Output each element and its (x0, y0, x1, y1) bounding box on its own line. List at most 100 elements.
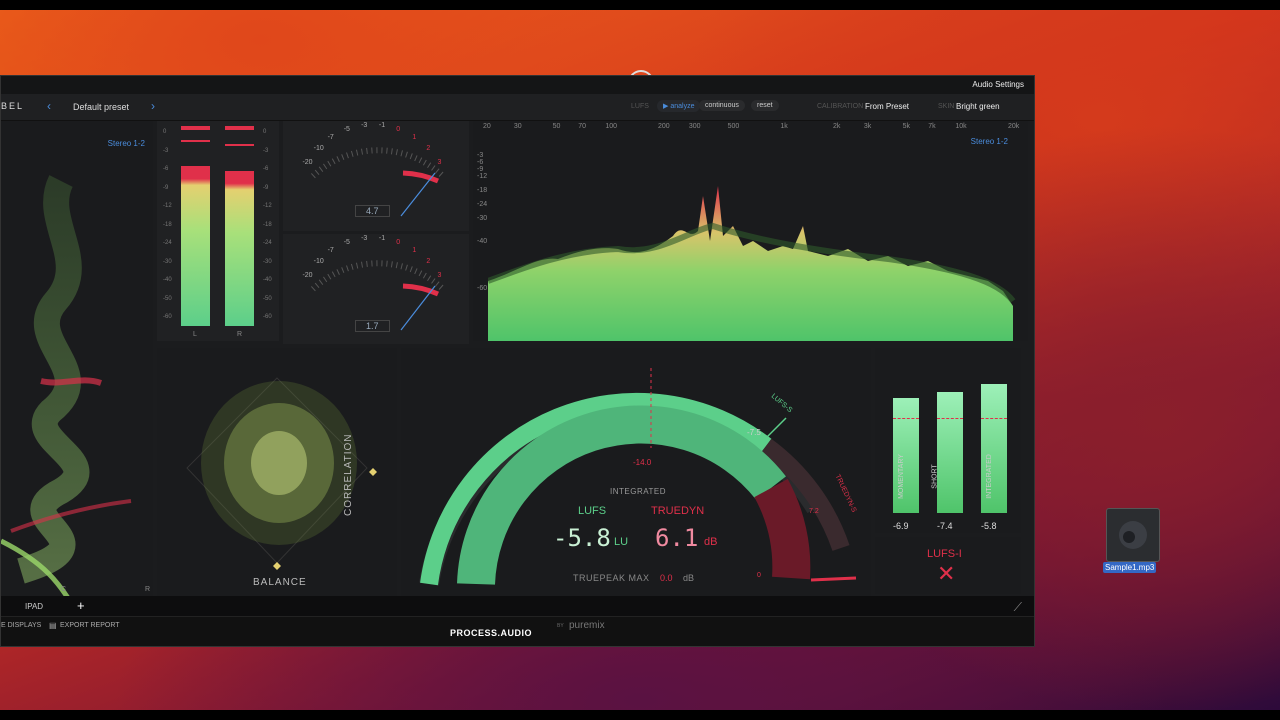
vu-scale-tick: -5 (343, 126, 350, 134)
vu-scale-tick: -3 (361, 235, 368, 243)
freq-tick: 20k (1008, 123, 1020, 130)
truepeak-value: 0.0 (660, 573, 673, 583)
calibration-label: CALIBRATION (817, 103, 864, 110)
db-tick: -3 (477, 152, 484, 159)
lissajous-plot (186, 377, 377, 570)
vu-value-bottom: 1.7 (355, 320, 390, 332)
db-tick: -18 (477, 187, 488, 194)
vu-scale-tick: 1 (412, 134, 417, 142)
freq-tick: 2k (833, 123, 841, 130)
db-tick: -6 (477, 159, 484, 166)
freq-tick: 1k (780, 123, 788, 130)
resize-handle-icon[interactable]: ⟋ (1014, 600, 1022, 615)
db-tick: -40 (477, 238, 488, 246)
peak-clip-left (181, 140, 210, 142)
analyze-button[interactable]: ▶ analyze (657, 100, 701, 112)
freq-tick: 10k (955, 123, 967, 130)
vu-scale-tick: 3 (437, 159, 442, 167)
peak-meter-panel: 0 -3 -6 -9 -12 -18 -24 -30 -40 -50 -60 0 -3 -6 -9 -12 -… (157, 121, 279, 341)
lufs-label: LUFS (578, 505, 607, 517)
freq-tick: 5k (902, 123, 911, 130)
lufs-bars-panel: MOMENTARY -6.9 SHORT -7.4 INTEGRATED -5.8 (875, 348, 1021, 533)
add-tab-icon[interactable]: + (77, 598, 85, 613)
vu-scale-tick: -3 (361, 122, 368, 130)
export-report-button[interactable]: EXPORT REPORT (60, 622, 120, 629)
vu-scale-tick: 1 (412, 247, 417, 255)
stereo-history-plot (1, 175, 132, 596)
arc-zero-value: 0 (757, 572, 761, 579)
analyze-label: analyze (670, 103, 695, 110)
lufs-bar-momentary (893, 398, 919, 513)
freq-tick: 200 (658, 123, 670, 130)
audio-settings-button[interactable]: Audio Settings (972, 80, 1024, 89)
db-tick: -30 (477, 215, 488, 222)
peak-scale-tick: -18 (263, 221, 272, 228)
skin-value[interactable]: Bright green (956, 102, 1000, 111)
spectrum-panel: 20 30 50 70 100 200 300 500 1k 2k 3k 5k 7k 10k 20k -3-… (473, 121, 1028, 341)
integrated-label: INTEGRATED (610, 487, 666, 496)
lufs-i-panel[interactable]: LUFS-I ✕ (875, 537, 1021, 594)
db-tick: -24 (477, 201, 488, 208)
arc-target-value: -14.0 (633, 458, 652, 467)
stereo-history-panel: Stereo 1-2 C R (1, 121, 153, 596)
bottom-letterbox (0, 710, 1280, 720)
peak-hold-right (225, 126, 254, 130)
peak-meter-right (225, 171, 254, 326)
toolbar: BEL ‹ Default preset › LUFS ▶ analyze co… (1, 94, 1034, 121)
vu-scale-tick: 3 (437, 272, 442, 280)
freq-tick: 500 (727, 123, 740, 130)
peak-scale-tick: 0 (263, 129, 267, 135)
peak-scale-tick: -9 (163, 184, 169, 191)
vu-scale-tick: -5 (343, 239, 350, 247)
calibration-value[interactable]: From Preset (865, 102, 909, 111)
peak-hold-left (181, 126, 210, 130)
peak-scale-tick: -9 (263, 184, 269, 191)
freq-tick: 100 (605, 123, 617, 130)
lufs-bar-label: INTEGRATED (985, 454, 993, 499)
history-c-label: C (61, 586, 67, 593)
app-label: BEL (1, 101, 25, 111)
vu-scale-tick: 0 (396, 239, 401, 247)
freq-tick: 3k (863, 123, 872, 130)
spectrum-plot (488, 186, 1016, 341)
by-label: BY (557, 623, 564, 629)
peak-scale-tick: -30 (263, 258, 272, 265)
file-thumbnail-icon (1119, 521, 1147, 549)
prev-preset-icon[interactable]: ‹ (47, 99, 51, 113)
export-icon[interactable]: ▤ (49, 621, 57, 630)
correlation-panel: CORRELATION BALANCE (157, 348, 397, 596)
lufs-bar-label: MOMENTARY (897, 454, 905, 499)
peak-scale-tick: 0 (163, 129, 167, 135)
vu-scale-tick: -1 (378, 122, 386, 130)
desktop-file-icon[interactable] (1106, 508, 1160, 562)
truepeak-label: TRUEPEAK MAX (573, 573, 650, 583)
footer: IPAD + ⟋ E DISPLAYS ▤ EXPORT REPORT PROC… (1, 596, 1034, 646)
arc-short-value: -7.5 (747, 428, 761, 437)
peak-scale-tick: -60 (263, 314, 272, 320)
tab-ipad[interactable]: IPAD (25, 602, 43, 611)
peak-scale-tick: -6 (263, 166, 269, 172)
correlation-marker-icon (369, 468, 377, 476)
displays-button[interactable]: E DISPLAYS (1, 622, 41, 629)
preset-name[interactable]: Default preset (73, 102, 129, 112)
vu-scale-tick: 2 (426, 145, 431, 153)
loudness-panel: -7.5 -14.0 7.2 0 LUFS-S TRUEDYN-S INTEGR… (401, 348, 871, 596)
peak-scale-tick: -24 (263, 240, 272, 246)
lufs-bar-target-line (937, 418, 963, 419)
next-preset-icon[interactable]: › (151, 99, 155, 113)
truedyn-value: 6.1 (655, 524, 699, 552)
lufs-i-close-icon[interactable]: ✕ (937, 563, 955, 585)
vu-value-top: 4.7 (355, 205, 390, 217)
reset-button[interactable]: reset (751, 100, 779, 111)
balance-label: BALANCE (253, 577, 307, 588)
freq-tick: 7k (928, 123, 936, 130)
continuous-button[interactable]: continuous (699, 100, 745, 111)
vu-scale-tick: -20 (302, 272, 313, 280)
desktop-file-name[interactable]: Sample1.mp3 (1103, 562, 1157, 573)
vu-scale-tick: -7 (327, 134, 334, 142)
loudness-arc (419, 368, 857, 586)
peak-scale-tick: -3 (163, 147, 169, 154)
db-tick: -9 (477, 166, 484, 173)
peak-scale-tick: -30 (163, 258, 172, 265)
peak-channel-right: R (237, 331, 243, 338)
